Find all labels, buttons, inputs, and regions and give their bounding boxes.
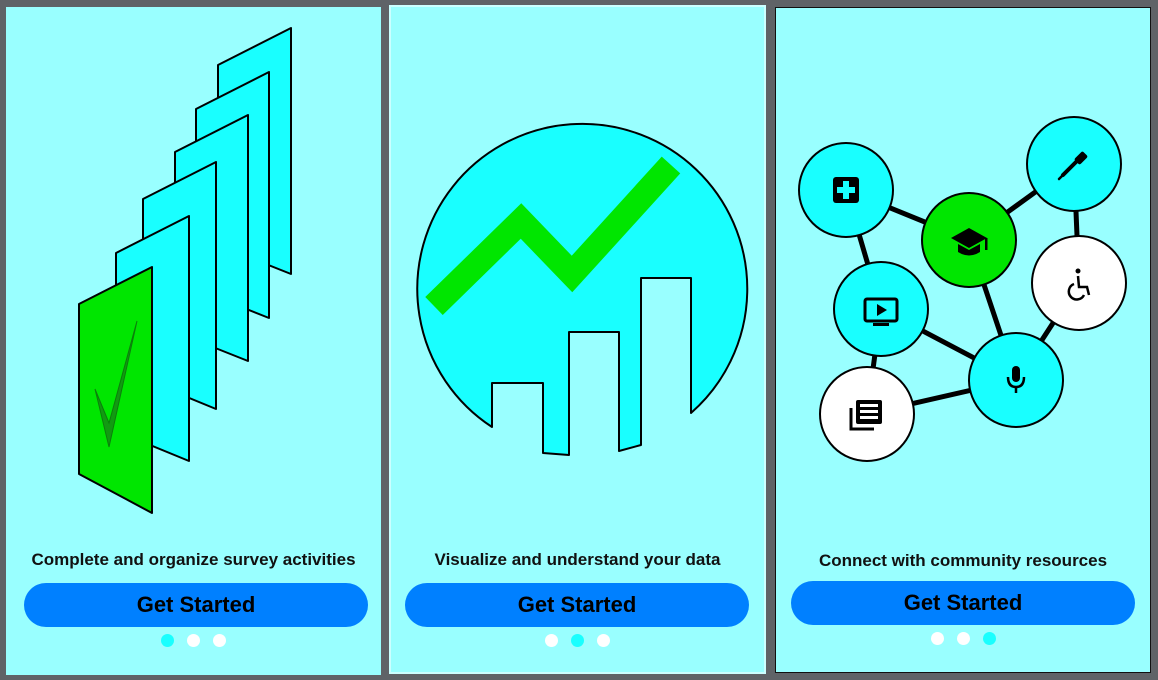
onboarding-slide-community: Connect with community resources Get Sta…	[775, 7, 1151, 673]
survey-page-1	[78, 266, 153, 514]
pagination-dots	[776, 632, 1150, 645]
data-chart-illustration	[416, 122, 749, 456]
survey-pages-illustration	[78, 27, 292, 514]
page-dot-1[interactable]	[545, 634, 558, 647]
medical-cross-icon	[833, 177, 859, 203]
page-dot-2[interactable]	[571, 634, 584, 647]
slide-caption: Visualize and understand your data	[434, 550, 721, 569]
onboarding-slide-survey: Complete and organize survey activities …	[6, 7, 381, 675]
page-dot-2[interactable]	[187, 634, 200, 647]
page-dot-3[interactable]	[597, 634, 610, 647]
onboarding-slide-visualize: Visualize and understand your data Get S…	[389, 5, 766, 674]
page-dot-1[interactable]	[161, 634, 174, 647]
page-dot-3[interactable]	[982, 632, 996, 645]
page-dot-2[interactable]	[956, 632, 970, 645]
slide-caption: Connect with community resources	[818, 551, 1108, 570]
pagination-dots	[6, 634, 381, 647]
get-started-button[interactable]: Get Started	[24, 583, 368, 627]
get-started-button[interactable]: Get Started	[405, 583, 749, 627]
page-dot-3[interactable]	[213, 634, 226, 647]
slide-caption: Complete and organize survey activities	[31, 550, 356, 569]
pagination-dots	[391, 634, 764, 647]
get-started-button[interactable]: Get Started	[791, 581, 1135, 625]
page-dot-1[interactable]	[930, 632, 944, 645]
community-network-illustration	[798, 116, 1127, 462]
